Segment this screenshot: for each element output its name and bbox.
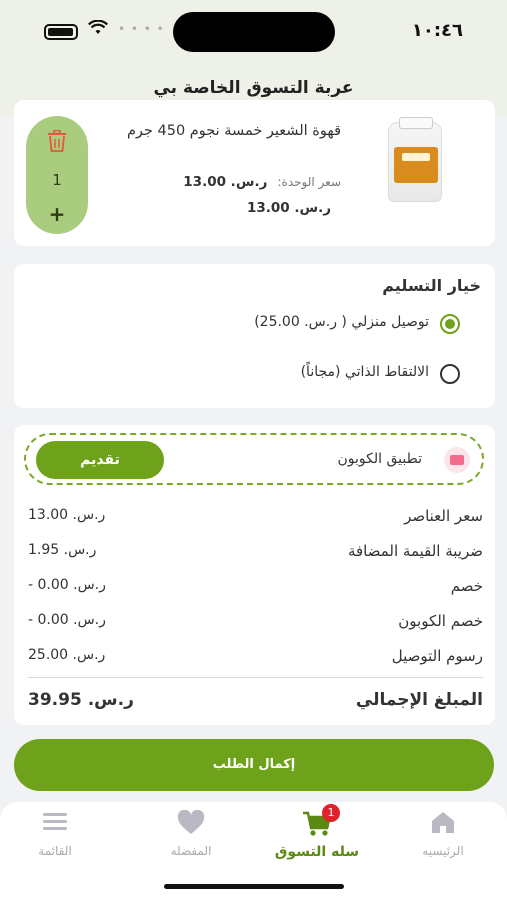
summary-value: ر.س. 13.00: [28, 507, 106, 523]
unit-price: ر.س. 13.00: [183, 174, 268, 190]
nav-label: المفضله: [170, 844, 212, 858]
nav-label: سله التسوق: [274, 844, 360, 860]
summary-label: خصم: [450, 577, 483, 595]
quantity-value: 1: [52, 171, 62, 189]
summary-value: ر.س. 1.95: [28, 542, 97, 558]
summary-value: ر.س. 0.00 -: [28, 577, 106, 593]
summary-label: سعر العناصر: [404, 507, 483, 525]
app-header: • • • • ١٠:٤٦ عربة التسوق الخاصة بي: [0, 0, 507, 116]
product-image: [388, 117, 442, 202]
signal-icon: • • • •: [118, 22, 165, 36]
coupon-input[interactable]: تطبيق الكوبون: [338, 451, 423, 467]
delivery-options-card: خيار التسليم توصيل منزلي ( ر.س. 25.00) ا…: [14, 264, 495, 408]
summary-row-items: سعر العناصر ر.س. 13.00: [28, 507, 483, 531]
battery-icon: [44, 24, 78, 40]
summary-row-discount: خصم ر.س. 0.00 -: [28, 577, 483, 601]
cart-item-card: قهوة الشعير خمسة نجوم 450 جرم سعر الوحدة…: [14, 100, 495, 246]
delivery-title: خيار التسليم: [382, 276, 481, 295]
nav-item-home[interactable]: الرئيسيه: [388, 810, 498, 858]
summary-divider: [28, 677, 483, 678]
status-bar: • • • • ١٠:٤٦: [0, 0, 507, 60]
coupon-icon: [444, 447, 470, 473]
summary-label: رسوم التوصيل: [391, 647, 483, 665]
summary-row-total: المبلغ الإجمالي ر.س. 39.95: [28, 690, 483, 714]
coupon-box: تقديم تطبيق الكوبون: [24, 433, 484, 485]
summary-label: خصم الكوبون: [398, 612, 483, 630]
summary-row-coupon-discount: خصم الكوبون ر.س. 0.00 -: [28, 612, 483, 636]
product-name: قهوة الشعير خمسة نجوم 450 جرم: [126, 123, 341, 139]
unit-price-label: سعر الوحدة:: [277, 175, 341, 189]
menu-icon: [0, 810, 110, 838]
line-total: ر.س. 13.00: [246, 200, 331, 216]
option-self-pickup[interactable]: الالتقاط الذاتي (مجاناً): [301, 364, 429, 380]
summary-value: ر.س. 0.00 -: [28, 612, 106, 628]
radio-home-delivery[interactable]: [440, 314, 460, 334]
dynamic-island: [173, 12, 335, 52]
trash-icon[interactable]: [47, 129, 67, 152]
summary-row-delivery-fee: رسوم التوصيل ر.س. 25.00: [28, 647, 483, 671]
option-home-delivery[interactable]: توصيل منزلي ( ر.س. 25.00): [254, 314, 429, 330]
apply-coupon-button[interactable]: تقديم: [36, 441, 164, 479]
unit-price-row: سعر الوحدة: ر.س. 13.00: [183, 174, 341, 190]
nav-label: القائمة: [38, 844, 72, 858]
order-summary-card: تقديم تطبيق الكوبون سعر العناصر ر.س. 13.…: [14, 425, 495, 725]
home-indicator[interactable]: [164, 884, 344, 889]
nav-item-favorites[interactable]: المفضله: [136, 809, 246, 858]
radio-self-pickup[interactable]: [440, 364, 460, 384]
page-title: عربة التسوق الخاصة بي: [153, 78, 354, 98]
nav-label: الرئيسيه: [422, 844, 464, 858]
total-value: ر.س. 39.95: [28, 690, 134, 710]
summary-row-vat: ضريبة القيمة المضافة ر.س. 1.95: [28, 542, 483, 566]
heart-icon: [136, 809, 246, 838]
nav-item-cart[interactable]: 1 سله التسوق: [262, 804, 372, 860]
summary-value: ر.س. 25.00: [28, 647, 106, 663]
wifi-icon: [88, 19, 108, 40]
total-label: المبلغ الإجمالي: [355, 690, 483, 710]
cart-icon: 1: [262, 804, 372, 838]
home-icon: [388, 810, 498, 838]
status-time: ١٠:٤٦: [411, 20, 463, 41]
quantity-stepper: 1 +: [26, 116, 88, 234]
cart-badge: 1: [322, 804, 340, 822]
increment-button[interactable]: +: [26, 202, 88, 226]
summary-label: ضريبة القيمة المضافة: [347, 542, 483, 560]
nav-item-menu[interactable]: القائمة: [0, 810, 110, 858]
checkout-button[interactable]: إكمال الطلب: [14, 739, 494, 791]
